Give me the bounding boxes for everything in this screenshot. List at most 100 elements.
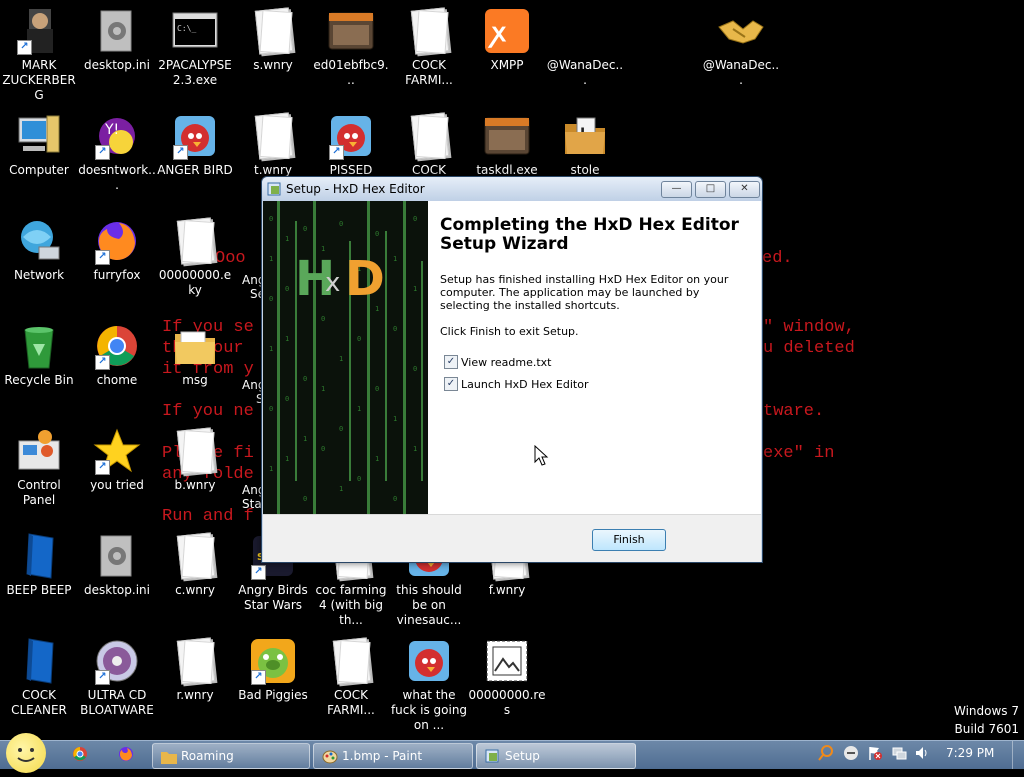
- taskbar-clock[interactable]: 7:29 PM: [946, 746, 994, 760]
- desktop-icon-ed01ebfbc9[interactable]: ed01ebfbc9...: [312, 2, 390, 102]
- blank-file-icon: [405, 7, 453, 55]
- desktop-icon-furryfox[interactable]: ↗ furryfox: [78, 212, 156, 312]
- taskbar-button-roaming[interactable]: Roaming: [152, 743, 310, 769]
- desktop-icon-desktop-ini[interactable]: desktop.ini: [78, 2, 156, 102]
- desktop-icon-anger-bird[interactable]: ↗ ANGER BIRD: [156, 107, 234, 207]
- desktop-icon-label: this should be on vinesauc...: [396, 583, 462, 627]
- desktop-icon-cock-farmi-2[interactable]: COCK FARMI...: [312, 632, 390, 732]
- svg-text:1: 1: [321, 385, 325, 393]
- desktop-icon-c-wnry[interactable]: c.wnry: [156, 527, 234, 627]
- svg-text:1: 1: [339, 355, 343, 363]
- svg-text:0: 0: [303, 225, 307, 233]
- taskbar-button-setup[interactable]: Setup: [476, 743, 636, 769]
- view-readme-checkbox[interactable]: ✓: [444, 355, 458, 369]
- desktop-icon-cock-farmi[interactable]: COCK FARMI...: [390, 2, 468, 102]
- bad-piggies-icon: ↗: [249, 637, 297, 685]
- desktop-icon-label: s.wnry: [253, 58, 293, 72]
- svg-text:0: 0: [413, 215, 417, 223]
- desktop-icon-control-panel[interactable]: Control Panel: [0, 422, 78, 522]
- minimize-button[interactable]: —: [661, 181, 692, 198]
- svg-text:0: 0: [375, 230, 379, 238]
- view-readme-label[interactable]: View readme.txt: [461, 356, 552, 369]
- desktop-icon-ultra-cd-bloatware[interactable]: ↗ ULTRA CD BLOATWARE: [78, 632, 156, 732]
- desktop-icon-label: COCK FARMI...: [327, 688, 375, 717]
- shortcut-arrow-icon: ↗: [251, 670, 266, 685]
- desktop-icon-label: msg: [182, 373, 208, 387]
- desktop-icon-bad-piggies[interactable]: ↗ Bad Piggies: [234, 632, 312, 732]
- launch-hxd-label[interactable]: Launch HxD Hex Editor: [461, 378, 588, 391]
- desktop-icon-desktop-ini-2[interactable]: desktop.ini: [78, 527, 156, 627]
- wizard-footer: Finish: [263, 514, 761, 562]
- setup-icon: [485, 748, 501, 764]
- desktop-icon-mark-zuckerberg[interactable]: ↗ MARK ZUCKERBERG: [0, 2, 78, 102]
- wizard-description: Setup has finished installing HxD Hex Ed…: [440, 273, 729, 312]
- window-title: Setup - HxD Hex Editor: [286, 182, 425, 196]
- svg-text:0: 0: [393, 325, 397, 333]
- volume-icon[interactable]: [914, 745, 930, 761]
- firefox-icon[interactable]: [118, 746, 134, 762]
- start-button[interactable]: [6, 733, 46, 773]
- svg-text:0: 0: [303, 375, 307, 383]
- desktop-icon-you-tried[interactable]: ↗ you tried: [78, 422, 156, 522]
- desktop-icon-recycle-bin[interactable]: Recycle Bin: [0, 317, 78, 417]
- desktop-icon-network[interactable]: Network: [0, 212, 78, 312]
- svg-text:0: 0: [303, 495, 307, 503]
- network-tray-icon[interactable]: [891, 745, 907, 761]
- desktop-icon-cock-cleaner[interactable]: COCK CLEANER: [0, 632, 78, 732]
- desktop-icon-label: COCK FARMI...: [405, 58, 453, 87]
- launch-hxd-checkbox[interactable]: ✓: [444, 377, 458, 391]
- desktop-icon-beep-beep[interactable]: BEEP BEEP: [0, 527, 78, 627]
- paint-icon: [322, 748, 338, 764]
- desktop-icon-b-wnry[interactable]: b.wnry: [156, 422, 234, 522]
- chrome-icon[interactable]: [72, 746, 88, 762]
- taskbar-button-label: 1.bmp - Paint: [342, 749, 423, 763]
- finish-button[interactable]: Finish: [592, 529, 666, 551]
- desktop-icon-label: XMPP: [490, 58, 524, 72]
- setup-window[interactable]: Setup - HxD Hex Editor — □ ✕ 0 1 0 1 0 1 1 0 1 0…: [261, 176, 763, 563]
- desktop-icon-00000000-eky[interactable]: 00000000.eky: [156, 212, 234, 312]
- shortcut-arrow-icon: ↗: [251, 565, 266, 580]
- desktop-icon-xmpp[interactable]: ꭗ XMPP: [468, 2, 546, 102]
- maximize-button[interactable]: □: [695, 181, 726, 198]
- angry-bird-icon: ↗: [327, 112, 375, 160]
- desktop-icon-s-wnry[interactable]: s.wnry: [234, 2, 312, 102]
- svg-text:0: 0: [339, 220, 343, 228]
- desktop-icon-label: Bad Piggies: [238, 688, 308, 702]
- desktop-icon-wanadec-1[interactable]: @WanaDec...: [546, 2, 624, 102]
- svg-text:0: 0: [357, 475, 361, 483]
- taskbar-button-paint[interactable]: 1.bmp - Paint: [313, 743, 473, 769]
- shortcut-arrow-icon: ↗: [173, 145, 188, 160]
- desktop-icon-computer[interactable]: Computer: [0, 107, 78, 207]
- search-icon[interactable]: [818, 745, 834, 761]
- desktop-icon-r-wnry[interactable]: r.wnry: [156, 632, 234, 732]
- taskbar-button-label: Roaming: [181, 749, 234, 763]
- wizard-heading: Completing the HxD Hex Editor Setup Wiza…: [440, 215, 739, 254]
- desktop-icon-00000000-res[interactable]: 00000000.res: [468, 632, 546, 732]
- angry-bird-icon: ↗: [171, 112, 219, 160]
- person-icon: ↗: [15, 7, 63, 55]
- desktop-icon-label: doesntwork...: [78, 163, 156, 192]
- smiley-tray-icon[interactable]: [843, 745, 859, 761]
- desktop-icon-wanadec-2[interactable]: @WanaDec...: [702, 2, 780, 102]
- window-app-icon: [483, 112, 531, 160]
- desktop-icon-doesntwork[interactable]: Y! ↗ doesntwork...: [78, 107, 156, 207]
- desktop-icon-label: ed01ebfbc9...: [313, 58, 389, 87]
- svg-text:0: 0: [321, 445, 325, 453]
- taskbar-button-label: Setup: [505, 749, 540, 763]
- folder-icon: [161, 748, 177, 764]
- wizard-content: 010101 10101 01010 1010 0101 1010 0101 1…: [263, 201, 761, 514]
- blank-file-icon: [171, 637, 219, 685]
- svg-text:1: 1: [285, 335, 289, 343]
- shortcut-arrow-icon: ↗: [95, 250, 110, 265]
- desktop-icon-msg[interactable]: msg: [156, 317, 234, 417]
- window-titlebar[interactable]: Setup - HxD Hex Editor — □ ✕: [262, 177, 762, 201]
- desktop-icon-2pacalypse[interactable]: C:\_ 2PACALYPSE 2.3.exe: [156, 2, 234, 102]
- desktop-icon-chome[interactable]: ↗ chome: [78, 317, 156, 417]
- blank-file-icon: [171, 427, 219, 475]
- svg-text:1: 1: [413, 445, 417, 453]
- folder-icon: [171, 322, 219, 370]
- show-desktop-button[interactable]: [1012, 741, 1024, 769]
- close-button[interactable]: ✕: [729, 181, 760, 198]
- action-center-flag-icon[interactable]: [867, 745, 883, 761]
- desktop-icon-what-the-fuck[interactable]: what the fuck is going on ...: [390, 632, 468, 732]
